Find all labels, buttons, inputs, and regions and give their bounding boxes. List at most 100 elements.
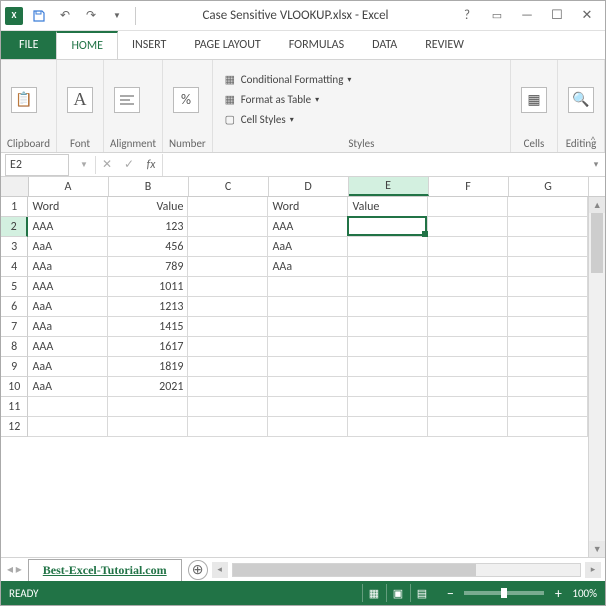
cells-button[interactable]: ▦ (517, 85, 551, 115)
cells-area[interactable]: WordValueWordValueAAA123AAAAaA456AaAAAa7… (28, 197, 588, 557)
close-button[interactable]: ✕ (573, 6, 601, 26)
cell-D9[interactable] (268, 357, 348, 377)
cell-B9[interactable]: 1819 (108, 357, 188, 377)
cell-F5[interactable] (428, 277, 508, 297)
cell-G12[interactable] (508, 417, 588, 437)
cell-G6[interactable] (508, 297, 588, 317)
cell-F7[interactable] (428, 317, 508, 337)
cell-D2[interactable]: AAA (268, 217, 348, 237)
cell-C3[interactable] (188, 237, 268, 257)
cell-A10[interactable]: AaA (28, 377, 108, 397)
minimize-button[interactable]: — (513, 6, 541, 26)
cell-C10[interactable] (188, 377, 268, 397)
cell-E6[interactable] (348, 297, 428, 317)
alignment-button[interactable] (110, 85, 144, 115)
cell-A4[interactable]: AAa (28, 257, 108, 277)
cell-D12[interactable] (268, 417, 348, 437)
cell-E12[interactable] (348, 417, 428, 437)
cell-B7[interactable]: 1415 (108, 317, 188, 337)
cell-E2[interactable] (348, 217, 428, 237)
cell-G5[interactable] (508, 277, 588, 297)
row-header-7[interactable]: 7 (1, 317, 28, 337)
cell-G11[interactable] (508, 397, 588, 417)
column-header-F[interactable]: F (429, 177, 509, 196)
qat-dropdown[interactable]: ▼ (107, 6, 127, 26)
cell-F12[interactable] (428, 417, 508, 437)
scroll-up-button[interactable]: ▲ (589, 197, 605, 213)
cell-A5[interactable]: AAA (28, 277, 108, 297)
cell-F11[interactable] (428, 397, 508, 417)
scroll-left-button[interactable]: ◂ (212, 562, 228, 578)
row-header-1[interactable]: 1 (1, 197, 28, 217)
cell-B2[interactable]: 123 (108, 217, 188, 237)
cell-B11[interactable] (108, 397, 188, 417)
scroll-down-button[interactable]: ▼ (589, 541, 605, 557)
cell-A9[interactable]: AaA (28, 357, 108, 377)
cell-B10[interactable]: 2021 (108, 377, 188, 397)
expand-formula-bar-button[interactable]: ▾ (587, 159, 605, 170)
cell-C9[interactable] (188, 357, 268, 377)
cell-F6[interactable] (428, 297, 508, 317)
cell-E3[interactable] (348, 237, 428, 257)
cell-B12[interactable] (108, 417, 188, 437)
cell-E10[interactable] (348, 377, 428, 397)
cell-C1[interactable] (188, 197, 268, 217)
cell-C5[interactable] (188, 277, 268, 297)
cell-D8[interactable] (268, 337, 348, 357)
zoom-in-button[interactable]: + (550, 585, 566, 601)
normal-view-button[interactable]: ▦ (362, 584, 384, 602)
hscroll-thumb[interactable] (233, 564, 476, 576)
cell-E4[interactable] (348, 257, 428, 277)
name-box-dropdown[interactable]: ▼ (73, 154, 95, 176)
horizontal-scrollbar[interactable]: ◂ ▸ (208, 562, 605, 578)
zoom-out-button[interactable]: − (442, 585, 458, 601)
cell-G8[interactable] (508, 337, 588, 357)
cell-C6[interactable] (188, 297, 268, 317)
cell-C7[interactable] (188, 317, 268, 337)
tab-formulas[interactable]: FORMULAS (275, 31, 358, 59)
cell-B5[interactable]: 1011 (108, 277, 188, 297)
tab-review[interactable]: REVIEW (411, 31, 478, 59)
cell-D4[interactable]: AAa (268, 257, 348, 277)
cell-F4[interactable] (428, 257, 508, 277)
cell-F1[interactable] (428, 197, 508, 217)
cell-E1[interactable]: Value (348, 197, 428, 217)
paste-button[interactable]: 📋 (7, 85, 41, 115)
cell-A7[interactable]: AAa (28, 317, 108, 337)
cell-F2[interactable] (428, 217, 508, 237)
row-header-2[interactable]: 2 (1, 217, 28, 237)
cell-D11[interactable] (268, 397, 348, 417)
conditional-formatting-button[interactable]: ▦ Conditional Formatting ▾ (219, 71, 356, 89)
row-header-10[interactable]: 10 (1, 377, 28, 397)
cell-C4[interactable] (188, 257, 268, 277)
column-header-A[interactable]: A (29, 177, 109, 196)
tab-home[interactable]: HOME (56, 31, 118, 59)
cell-A11[interactable] (28, 397, 108, 417)
cancel-entry-button[interactable]: ✕ (96, 154, 118, 176)
help-button[interactable]: ? (453, 6, 481, 26)
column-header-G[interactable]: G (509, 177, 589, 196)
cell-C11[interactable] (188, 397, 268, 417)
page-layout-view-button[interactable]: ▣ (386, 584, 408, 602)
cell-A8[interactable]: AAA (28, 337, 108, 357)
cell-B3[interactable]: 456 (108, 237, 188, 257)
cell-D1[interactable]: Word (268, 197, 348, 217)
name-box[interactable]: E2 (5, 154, 69, 176)
cell-C2[interactable] (188, 217, 268, 237)
cell-B1[interactable]: Value (108, 197, 188, 217)
cell-A1[interactable]: Word (28, 197, 108, 217)
cell-D7[interactable] (268, 317, 348, 337)
cell-B4[interactable]: 789 (108, 257, 188, 277)
row-header-3[interactable]: 3 (1, 237, 28, 257)
row-header-6[interactable]: 6 (1, 297, 28, 317)
maximize-button[interactable]: ☐ (543, 6, 571, 26)
cell-E8[interactable] (348, 337, 428, 357)
scroll-right-button[interactable]: ▸ (585, 562, 601, 578)
tab-page-layout[interactable]: PAGE LAYOUT (180, 31, 274, 59)
row-header-12[interactable]: 12 (1, 417, 28, 437)
column-header-E[interactable]: E (349, 177, 429, 196)
zoom-level[interactable]: 100% (572, 587, 597, 600)
cell-G4[interactable] (508, 257, 588, 277)
vertical-scrollbar[interactable]: ▲ ▼ (588, 197, 605, 557)
cell-B8[interactable]: 1617 (108, 337, 188, 357)
